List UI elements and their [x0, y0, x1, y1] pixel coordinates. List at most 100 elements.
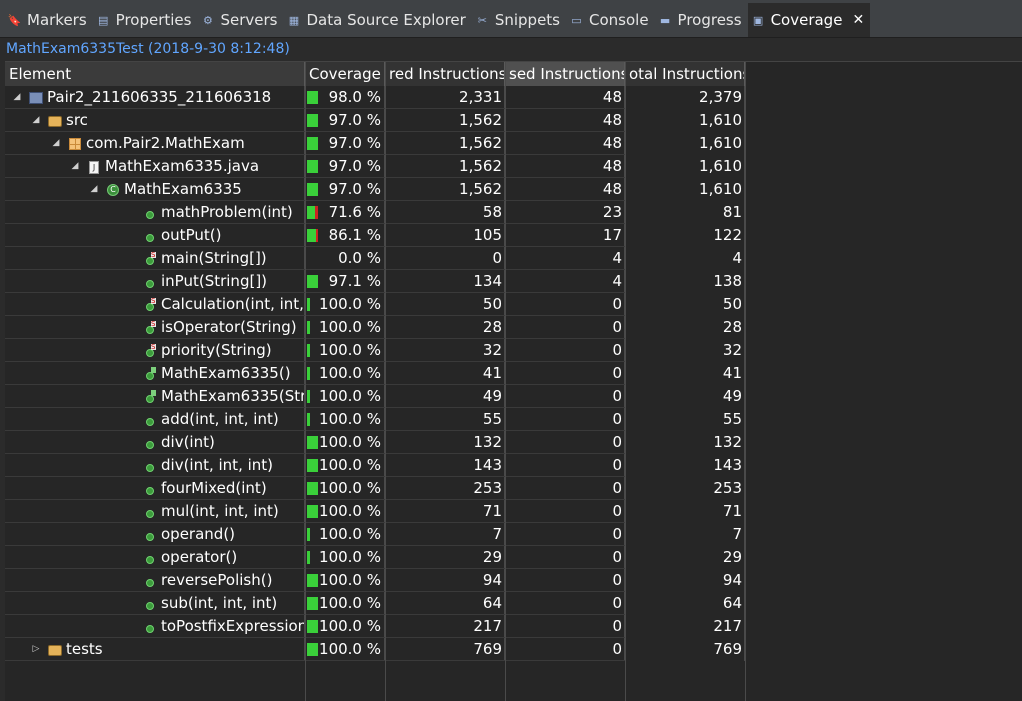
element-cell: inPut(String[]) [5, 270, 305, 293]
table-row[interactable]: fourMixed(int) 100.0 % 253 0 253 [5, 477, 1022, 500]
table-row[interactable]: reversePolish() 100.0 % 94 0 94 [5, 569, 1022, 592]
coverage-percent: 97.0 % [328, 134, 381, 152]
tree-expanded-icon[interactable]: ◢ [30, 109, 42, 132]
coverage-percent: 71.6 % [328, 203, 381, 221]
total-instructions-cell: 55 [625, 408, 745, 431]
table-row[interactable]: mul(int, int, int) 100.0 % 71 0 71 [5, 500, 1022, 523]
table-row[interactable]: ◢ J MathExam6335.java 97.0 % 1,562 48 1,610 [5, 155, 1022, 178]
total-instructions-cell: 49 [625, 385, 745, 408]
coverage-bar [307, 160, 318, 173]
tree-collapsed-icon[interactable]: ▷ [30, 638, 42, 661]
tab-coverage[interactable]: ▣ Coverage ✕ [747, 3, 871, 37]
table-row[interactable]: MathExam6335() 100.0 % 41 0 41 [5, 362, 1022, 385]
element-cell: fourMixed(int) [5, 477, 305, 500]
table-row[interactable]: toPostfixExpression(S100.0 %2170217 [5, 615, 1022, 638]
coverage-percent: 100.0 % [319, 410, 381, 428]
column-divider [305, 62, 306, 701]
table-row[interactable]: ◢ Pair2_211606335_211606318 98.0 % 2,331 48 2… [5, 86, 1022, 109]
coverage-percent: 100.0 % [319, 295, 381, 313]
missed-instructions-cell: 0 [505, 546, 625, 569]
table-row[interactable]: sub(int, int, int) 100.0 % 64 0 64 [5, 592, 1022, 615]
tab-label: Console [589, 11, 649, 29]
missed-instructions-cell: 0 [505, 477, 625, 500]
tab-console[interactable]: ▭ Console [566, 3, 655, 37]
table-row[interactable]: ◢ src 97.0 % 1,562 48 1,610 [5, 109, 1022, 132]
table-row[interactable]: inPut(String[]) 97.1 % 134 4 138 [5, 270, 1022, 293]
tree-expanded-icon[interactable]: ◢ [50, 132, 62, 155]
element-cell: outPut() [5, 224, 305, 247]
coverage-cell: 100.0 % [305, 569, 385, 592]
coverage-cell: 97.0 % [305, 132, 385, 155]
element-cell: operator() [5, 546, 305, 569]
close-icon[interactable]: ✕ [852, 12, 864, 28]
coverage-bar [307, 321, 310, 334]
coverage-bar-fill [307, 482, 318, 495]
total-instructions-cell: 122 [625, 224, 745, 247]
column-header-element[interactable]: Element [5, 62, 305, 86]
java-file-icon: J [87, 160, 101, 174]
table-row[interactable]: MathExam6335(String100.0 %49049 [5, 385, 1022, 408]
coverage-bar [307, 597, 318, 610]
method-icon [143, 436, 157, 450]
table-row[interactable]: SCalculation(int, int, Str100.0 %50050 [5, 293, 1022, 316]
element-label: priority(String) [161, 341, 272, 359]
missed-instructions-cell: 4 [505, 270, 625, 293]
table-row[interactable]: operator() 100.0 % 29 0 29 [5, 546, 1022, 569]
covered-instructions-cell: 28 [385, 316, 505, 339]
covered-instructions-cell: 7 [385, 523, 505, 546]
table-row[interactable]: operand() 100.0 % 7 0 7 [5, 523, 1022, 546]
tab-servers[interactable]: ⚙ Servers [197, 3, 283, 37]
coverage-bar-fill [307, 160, 318, 173]
table-row[interactable]: div(int, int, int) 100.0 % 143 0 143 [5, 454, 1022, 477]
tab-snippets[interactable]: ✂ Snippets [472, 3, 566, 37]
coverage-bar [307, 367, 310, 380]
total-instructions-cell: 1,610 [625, 155, 745, 178]
table-row[interactable]: ▷ tests 100.0 % 769 0 769 [5, 638, 1022, 661]
coverage-bar-fill [307, 137, 318, 150]
total-instructions-cell: 50 [625, 293, 745, 316]
column-header-covered-instructions[interactable]: red Instructions [385, 62, 505, 86]
missed-instructions-cell: 0 [505, 385, 625, 408]
table-row[interactable]: SisOperator(String) 100.0 % 28 0 28 [5, 316, 1022, 339]
total-instructions-cell: 7 [625, 523, 745, 546]
coverage-bar-fill [307, 643, 318, 656]
table-row[interactable]: ◢ com.Pair2.MathExam 97.0 % 1,562 48 1,610 [5, 132, 1022, 155]
tree-expanded-icon[interactable]: ◢ [88, 178, 100, 201]
coverage-percent: 100.0 % [319, 387, 381, 405]
coverage-cell: 100.0 % [305, 362, 385, 385]
element-cell: reversePolish() [5, 569, 305, 592]
missed-instructions-cell: 0 [505, 454, 625, 477]
method-icon [143, 482, 157, 496]
column-header-missed-instructions[interactable]: sed Instructions [505, 62, 625, 86]
table-row[interactable]: mathProblem(int) 71.6 % 58 23 81 [5, 201, 1022, 224]
tab-markers[interactable]: 🔖 Markers [4, 3, 93, 37]
tab-data-source-explorer[interactable]: ▦ Data Source Explorer [284, 3, 472, 37]
table-row[interactable]: ◢ C MathExam6335 97.0 % 1,562 48 1,610 [5, 178, 1022, 201]
tab-properties[interactable]: ▤ Properties [93, 3, 198, 37]
properties-icon: ▤ [97, 13, 109, 27]
coverage-bar-fill [307, 413, 310, 426]
table-row[interactable]: Spriority(String) 100.0 % 32 0 32 [5, 339, 1022, 362]
column-header-total-instructions[interactable]: otal Instructions [625, 62, 745, 86]
coverage-percent: 100.0 % [319, 617, 381, 635]
tree-expanded-icon[interactable]: ◢ [11, 86, 23, 109]
element-cell: sub(int, int, int) [5, 592, 305, 615]
missed-instructions-cell: 48 [505, 155, 625, 178]
covered-instructions-cell: 143 [385, 454, 505, 477]
table-row[interactable]: div(int) 100.0 % 132 0 132 [5, 431, 1022, 454]
coverage-bar [307, 229, 318, 242]
table-row[interactable]: add(int, int, int) 100.0 % 55 0 55 [5, 408, 1022, 431]
total-instructions-cell: 4 [625, 247, 745, 270]
covered-instructions-cell: 41 [385, 362, 505, 385]
element-cell: div(int, int, int) [5, 454, 305, 477]
element-label: mathProblem(int) [161, 203, 293, 221]
table-row[interactable]: outPut() 86.1 % 105 17 122 [5, 224, 1022, 247]
column-header-coverage[interactable]: Coverage [305, 62, 385, 86]
tab-progress[interactable]: ▬ Progress [655, 3, 748, 37]
tree-expanded-icon[interactable]: ◢ [69, 155, 81, 178]
table-row[interactable]: Smain(String[]) 0.0 % 0 4 4 [5, 247, 1022, 270]
covered-instructions-cell: 0 [385, 247, 505, 270]
view-tab-bar: 🔖 Markers ▤ Properties ⚙ Servers ▦ Data Source … [0, 0, 1022, 38]
coverage-bar-fill [307, 574, 318, 587]
covered-instructions-cell: 253 [385, 477, 505, 500]
